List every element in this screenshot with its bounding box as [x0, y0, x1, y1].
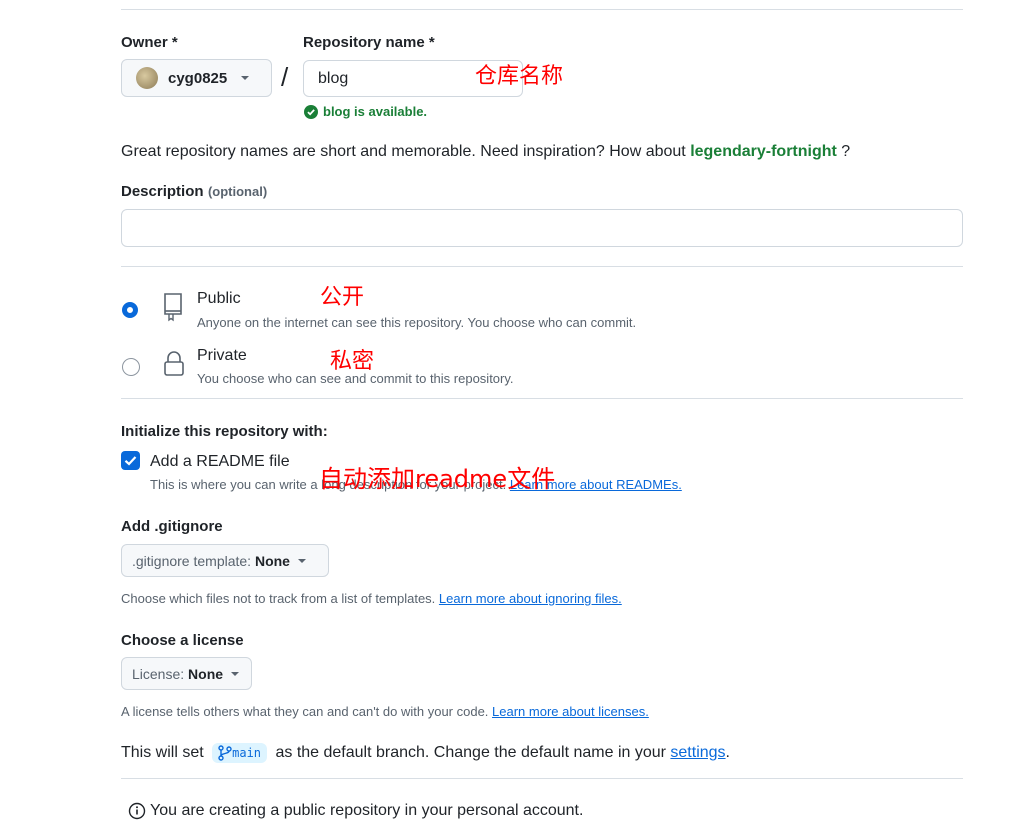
readme-label: Add a README file: [150, 453, 290, 470]
lock-icon: [164, 351, 184, 376]
inspiration-suffix: ?: [836, 143, 851, 160]
footer-note: You are creating a public repository in …: [128, 802, 583, 820]
chevron-down-icon: [241, 76, 250, 80]
suggested-name-link[interactable]: legendary-fortnight: [690, 143, 837, 160]
chevron-down-icon: [297, 558, 306, 563]
owner-dropdown[interactable]: cyg0825: [121, 59, 272, 97]
repo-name-label: Repository name *: [303, 34, 435, 51]
license-heading: Choose a license: [121, 632, 244, 649]
public-annotation: 公开: [320, 285, 365, 310]
license-button-value: None: [188, 665, 224, 682]
inspiration-prefix: Great repository names are short and mem…: [121, 143, 691, 160]
readme-annotation: 自动添加readme文件: [319, 465, 556, 493]
private-title: Private: [197, 347, 247, 364]
owner-value: cyg0825: [168, 69, 228, 87]
branch-name: main: [232, 746, 262, 760]
public-desc: Anyone on the internet can see this repo…: [197, 315, 637, 330]
settings-link[interactable]: settings: [670, 744, 725, 762]
visibility-divider: [121, 266, 963, 267]
gitignore-dropdown[interactable]: .gitignore template: None: [121, 544, 329, 577]
info-icon: [128, 802, 146, 820]
private-annotation: 私密: [330, 349, 375, 374]
license-dropdown[interactable]: License: None: [121, 657, 252, 690]
description-optional: (optional): [207, 184, 268, 199]
inspiration-text: Great repository names are short and mem…: [121, 143, 850, 161]
license-desc-text: A license tells others what they can and…: [121, 704, 493, 719]
init-divider: [121, 398, 963, 399]
availability-text: blog is available.: [323, 104, 428, 119]
owner-label: Owner *: [121, 34, 178, 51]
public-radio[interactable]: [122, 302, 138, 318]
gitignore-learn-more-link[interactable]: Learn more about ignoring files.: [439, 591, 622, 606]
private-radio[interactable]: [122, 358, 140, 376]
public-title: Public: [197, 290, 241, 307]
branch-middle: as the default branch. Change the defaul…: [271, 744, 671, 761]
repo-name-value: blog: [318, 69, 349, 87]
availability-status: blog is available.: [304, 104, 427, 119]
branch-suffix: .: [725, 744, 730, 761]
gitignore-desc: Choose which files not to track from a l…: [121, 591, 622, 606]
init-heading: Initialize this repository with:: [121, 423, 328, 440]
top-divider: [121, 9, 963, 10]
chevron-down-icon: [231, 671, 240, 676]
gitignore-desc-text: Choose which files not to track from a l…: [121, 591, 439, 606]
avatar: [136, 67, 158, 89]
owner-repo-separator: /: [281, 62, 289, 92]
repo-icon: [164, 293, 182, 322]
license-learn-more-link[interactable]: Learn more about licenses.: [492, 704, 649, 719]
branch-prefix: This will set: [121, 744, 209, 761]
gitignore-heading: Add .gitignore: [121, 518, 223, 535]
footer-divider: [121, 778, 963, 779]
description-label: Description (optional): [121, 183, 267, 201]
license-desc: A license tells others what they can and…: [121, 704, 649, 719]
footer-note-text: You are creating a public repository in …: [150, 802, 584, 819]
check-circle-icon: [304, 104, 318, 119]
branch-badge: main: [212, 743, 268, 763]
readme-checkbox[interactable]: [121, 451, 140, 470]
gitignore-button-value: None: [254, 552, 290, 569]
repo-name-annotation: 仓库名称: [475, 64, 564, 89]
checkmark-icon: [124, 456, 137, 466]
description-label-text: Description: [121, 183, 204, 200]
license-button-prefix: License:: [132, 665, 189, 682]
default-branch-text: This will set main as the default branch…: [121, 743, 730, 763]
git-branch-icon: [218, 745, 232, 761]
description-input[interactable]: [121, 209, 963, 247]
gitignore-button-prefix: .gitignore template:: [132, 552, 255, 569]
